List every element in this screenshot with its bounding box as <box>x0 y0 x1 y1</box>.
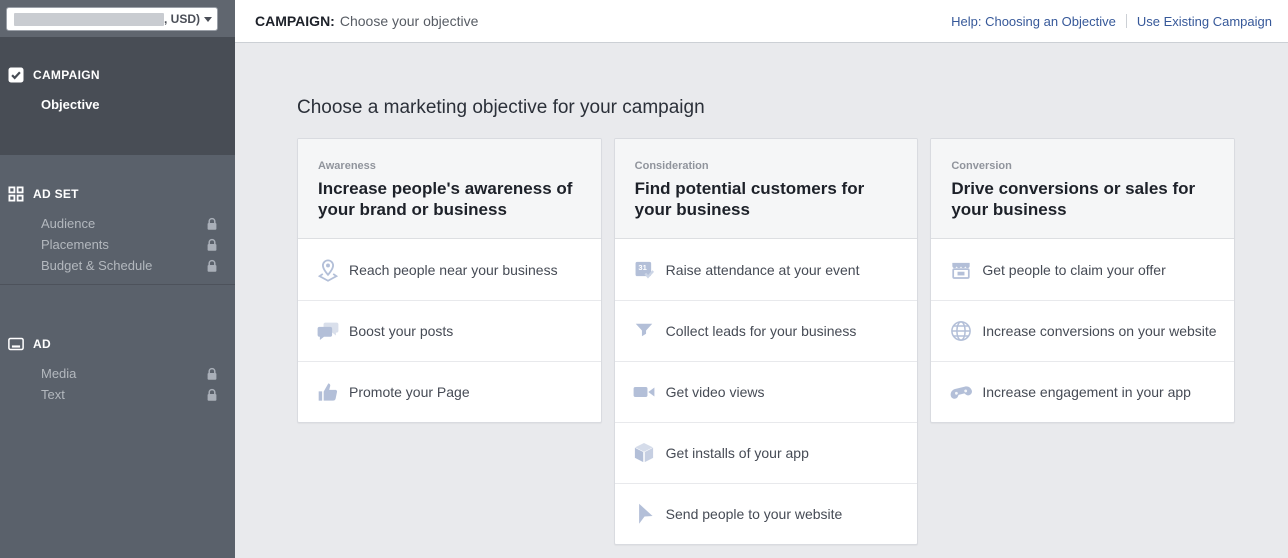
objective-label: Send people to your website <box>666 506 843 522</box>
sidebar-section-adset: AD SET Audience Placements Budget & Schedul… <box>0 155 235 284</box>
objective-label: Collect leads for your business <box>666 323 857 339</box>
sidebar-section-ad: AD Media Text <box>0 284 235 405</box>
thumbs-up-icon <box>314 379 341 406</box>
objective-raise-attendance-at-your-event[interactable]: 31 Raise attendance at your event <box>615 239 918 300</box>
main-content: Choose a marketing objective for your ca… <box>235 44 1288 558</box>
sidebar-item-placements[interactable]: Placements <box>0 234 235 255</box>
lock-icon <box>206 367 218 381</box>
objective-label: Get video views <box>666 384 765 400</box>
objective-label: Increase conversions on your website <box>982 323 1216 339</box>
sidebar-item-label: Media <box>41 366 76 381</box>
objective-reach-people-near-your-business[interactable]: Reach people near your business <box>298 239 601 300</box>
campaign-sidebar: , USD) CAMPAIGN Objective AD SET Audience Pl… <box>0 0 235 558</box>
column-title: Drive conversions or sales for your busi… <box>951 178 1214 220</box>
use-existing-campaign-link[interactable]: Use Existing Campaign <box>1137 14 1272 29</box>
column-category-label: Conversion <box>951 160 1214 172</box>
sidebar-section-label: AD SET <box>33 187 79 201</box>
objective-column-awareness: Awareness Increase people's awareness of … <box>297 138 602 423</box>
link-separator <box>1126 14 1127 28</box>
objective-columns: Awareness Increase people's awareness of … <box>297 138 1235 545</box>
sidebar-section-items: Media Text <box>0 363 235 405</box>
column-category-label: Consideration <box>635 160 898 172</box>
objective-column-consideration: Consideration Find potential customers fo… <box>614 138 919 545</box>
sidebar-section-label: CAMPAIGN <box>33 68 100 82</box>
objective-increase-engagement-in-your-app[interactable]: Increase engagement in your app <box>931 361 1234 422</box>
sidebar-item-label: Audience <box>41 216 95 231</box>
objective-increase-conversions-on-your-website[interactable]: Increase conversions on your website <box>931 300 1234 361</box>
objective-get-people-to-claim-your-offer[interactable]: Get people to claim your offer <box>931 239 1234 300</box>
map-pin-icon <box>314 256 341 283</box>
sidebar-section-items: Objective <box>0 94 235 115</box>
lock-icon <box>206 259 218 273</box>
page-title: CAMPAIGN: Choose your objective <box>255 13 478 29</box>
cube-icon <box>631 440 658 467</box>
sidebar-item-label: Placements <box>41 237 109 252</box>
column-title: Find potential customers for your busine… <box>635 178 898 220</box>
checkbox-checked-icon <box>8 67 24 83</box>
sidebar-section-header-ad: AD <box>0 336 235 352</box>
grid-icon <box>8 186 24 202</box>
sidebar-item-objective[interactable]: Objective <box>0 94 235 115</box>
lock-icon <box>206 388 218 402</box>
account-selector-dropdown[interactable]: , USD) <box>6 7 218 31</box>
game-controller-icon <box>947 379 974 406</box>
ad-frame-icon <box>8 336 24 352</box>
objective-column-conversion: Conversion Drive conversions or sales for… <box>930 138 1235 423</box>
campaign-steps-nav: CAMPAIGN Objective AD SET Audience Placement… <box>0 37 235 405</box>
objective-get-installs-of-your-app[interactable]: Get installs of your app <box>615 422 918 483</box>
objective-collect-leads-for-your-business[interactable]: Collect leads for your business <box>615 300 918 361</box>
column-title: Increase people's awareness of your bran… <box>318 178 581 220</box>
topbar: CAMPAIGN: Choose your objective Help: Cho… <box>235 0 1288 43</box>
sidebar-item-text[interactable]: Text <box>0 384 235 405</box>
video-camera-icon <box>631 379 658 406</box>
column-header: Conversion Drive conversions or sales for… <box>931 139 1234 239</box>
calendar-icon: 31 <box>631 256 658 283</box>
column-header: Awareness Increase people's awareness of … <box>298 139 601 239</box>
column-category-label: Awareness <box>318 160 581 172</box>
objective-label: Get people to claim your offer <box>982 262 1165 278</box>
funnel-icon <box>631 318 658 345</box>
objective-label: Boost your posts <box>349 323 453 339</box>
topbar-links: Help: Choosing an Objective Use Existing… <box>951 14 1272 29</box>
account-name-redacted <box>14 13 164 26</box>
objective-label: Promote your Page <box>349 384 470 400</box>
column-header: Consideration Find potential customers fo… <box>615 139 918 239</box>
objective-heading: Choose a marketing objective for your ca… <box>297 98 1288 118</box>
sidebar-section-header-adset: AD SET <box>0 186 235 202</box>
objective-label: Raise attendance at your event <box>666 262 860 278</box>
sidebar-section-campaign: CAMPAIGN Objective <box>0 37 235 155</box>
page-title-text: Choose your objective <box>340 13 479 29</box>
objective-label: Increase engagement in your app <box>982 384 1191 400</box>
sidebar-item-label: Text <box>41 387 65 402</box>
lock-icon <box>206 238 218 252</box>
objective-boost-your-posts[interactable]: Boost your posts <box>298 300 601 361</box>
storefront-icon <box>947 256 974 283</box>
sidebar-item-label: Objective <box>41 97 100 112</box>
sidebar-section-label: AD <box>33 337 51 351</box>
lock-icon <box>206 217 218 231</box>
svg-text:31: 31 <box>639 263 647 272</box>
objective-label: Get installs of your app <box>666 445 809 461</box>
caret-down-icon <box>204 17 212 22</box>
ads-manager-app: , USD) CAMPAIGN Objective AD SET Audience Pl… <box>0 0 1288 558</box>
page-title-prefix: CAMPAIGN: <box>255 13 335 29</box>
objective-label: Reach people near your business <box>349 262 558 278</box>
sidebar-item-media[interactable]: Media <box>0 363 235 384</box>
help-choosing-objective-link[interactable]: Help: Choosing an Objective <box>951 14 1116 29</box>
objective-send-people-to-your-website[interactable]: Send people to your website <box>615 483 918 544</box>
cursor-icon <box>631 501 658 528</box>
sidebar-section-header-campaign: CAMPAIGN <box>0 67 235 83</box>
sidebar-item-audience[interactable]: Audience <box>0 213 235 234</box>
globe-icon <box>947 318 974 345</box>
posts-icon <box>314 318 341 345</box>
account-strip: , USD) <box>0 0 235 37</box>
objective-get-video-views[interactable]: Get video views <box>615 361 918 422</box>
sidebar-item-budget-schedule[interactable]: Budget & Schedule <box>0 255 235 276</box>
account-currency-label: , USD) <box>164 12 200 26</box>
objective-promote-your-page[interactable]: Promote your Page <box>298 361 601 422</box>
sidebar-section-items: Audience Placements Budget & Schedule <box>0 213 235 276</box>
sidebar-item-label: Budget & Schedule <box>41 258 152 273</box>
